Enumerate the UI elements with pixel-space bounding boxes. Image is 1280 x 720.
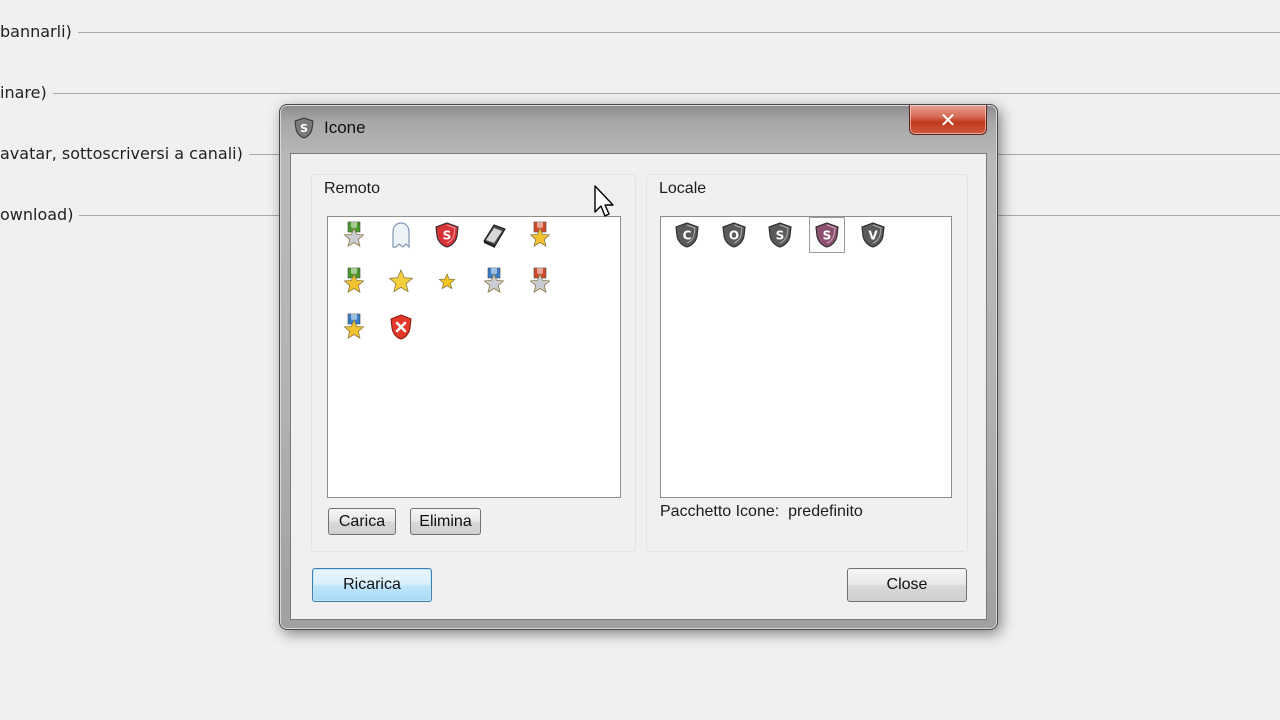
svg-text:C: C [683,229,692,243]
remote-group-title: Remoto [324,180,381,197]
shield-c-icon[interactable]: C [669,217,705,253]
ghost-icon[interactable] [383,217,419,253]
window-close-button[interactable]: ✕ [909,105,987,135]
shield-s-purple-icon[interactable]: S [808,217,845,253]
blue-ribbon-gold-star-icon[interactable] [336,309,372,345]
option-label: inare) [0,83,53,103]
green-ribbon-silver-star-icon[interactable] [336,217,372,253]
red-shield-s-icon[interactable]: S [429,217,465,253]
svg-text:V: V [868,229,878,243]
shield-v-icon[interactable]: V [855,217,891,253]
icon-pack-label: Pacchetto Icone: [660,503,780,520]
book-icon[interactable] [476,217,512,253]
blue-ribbon-silver-star-icon[interactable] [476,263,512,299]
remote-icon-list[interactable]: S [327,216,621,498]
title-bar[interactable]: S Icone ✕ [280,105,997,151]
svg-text:S: S [443,229,452,243]
option-label: bannarli) [0,22,78,42]
delete-button[interactable]: Elimina [410,508,481,535]
option-row: bannarli) [0,22,1280,42]
close-icon: ✕ [939,107,957,132]
svg-text:S: S [776,229,785,243]
green-ribbon-gold-star-icon[interactable] [336,263,372,299]
app-shield-icon: S [293,117,315,139]
icon-pack-info: Pacchetto Icone: predefinito [660,502,863,522]
load-button[interactable]: Carica [328,508,396,535]
dialog-title: Icone [324,118,366,137]
svg-text:S: S [822,229,831,243]
svg-text:S: S [300,122,308,135]
dialog-client-area: Remoto S Carica Elimina Locale C O S S V… [290,153,987,620]
local-group: Locale C O S S V Pacchetto Icone: predef… [646,174,968,552]
shield-s-icon[interactable]: S [762,217,798,253]
gold-star-icon[interactable] [383,263,419,299]
option-label: ownload) [0,205,80,225]
local-icon-list[interactable]: C O S S V [660,216,952,498]
shield-o-icon[interactable]: O [716,217,752,253]
reload-button[interactable]: Ricarica [312,568,432,602]
local-group-title: Locale [659,180,707,197]
option-label: avatar, sottoscriversi a canali) [0,144,249,164]
red-x-shield-icon[interactable] [383,309,419,345]
option-row: inare) [0,83,1280,103]
small-gold-star-icon[interactable] [429,263,465,299]
red-ribbon-silver-star-icon[interactable] [522,263,558,299]
icon-pack-value: predefinito [788,503,863,520]
icons-dialog: S Icone ✕ Remoto S Carica Elimina Locale… [279,104,998,630]
close-button[interactable]: Close [847,568,967,602]
separator-line [0,32,1280,33]
svg-text:O: O [728,229,738,243]
red-ribbon-gold-star-icon[interactable] [522,217,558,253]
remote-group: Remoto S Carica Elimina [311,174,636,552]
mouse-cursor-icon [594,185,614,217]
separator-line [0,93,1280,94]
